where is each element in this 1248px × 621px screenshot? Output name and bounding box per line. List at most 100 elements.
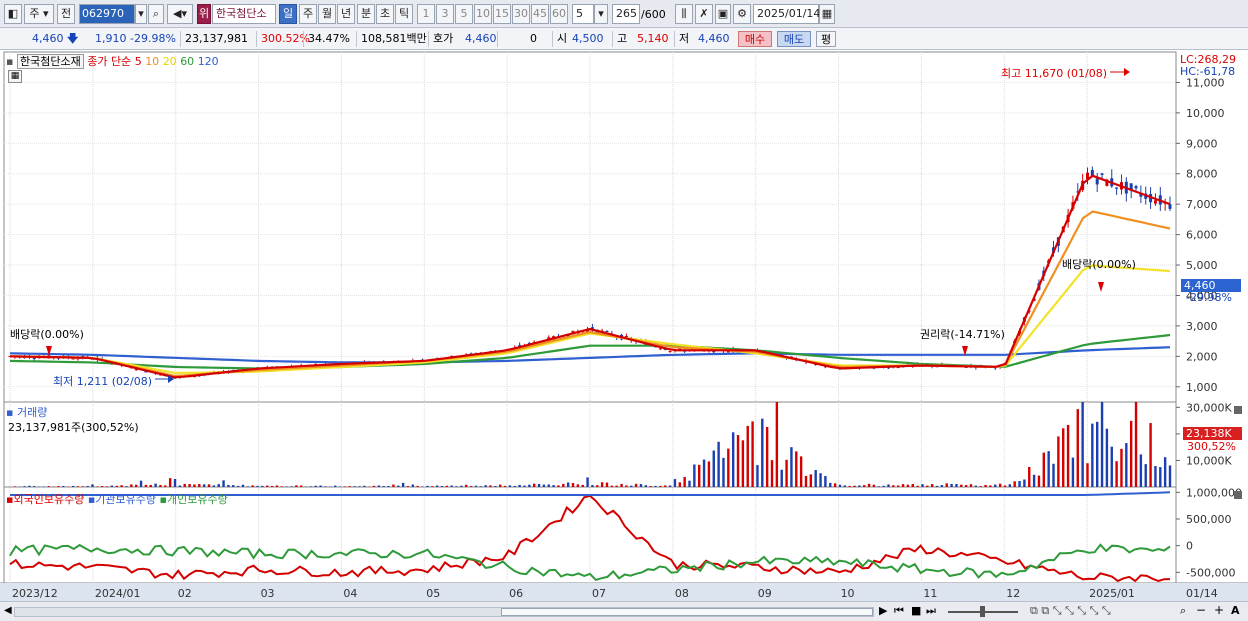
- date-input[interactable]: 2025/01/14: [753, 4, 820, 24]
- zoom-in-icon[interactable]: +: [1214, 603, 1224, 617]
- count-select[interactable]: 5: [572, 4, 594, 24]
- volume-bar: [285, 486, 288, 487]
- gear-icon[interactable]: ⚙: [733, 4, 751, 24]
- volume-bar: [1081, 402, 1084, 487]
- candle-icon[interactable]: ⫼: [675, 4, 693, 24]
- holdings-close-icon[interactable]: [1234, 491, 1242, 499]
- count-dropdown-icon[interactable]: ▾: [594, 4, 608, 24]
- scroll-left-icon[interactable]: ◀: [4, 605, 12, 616]
- bar-max-label: /600: [641, 8, 666, 21]
- multiplier-15[interactable]: 15: [493, 4, 511, 24]
- zoom-handle[interactable]: [980, 606, 985, 617]
- volume-bar: [765, 426, 769, 487]
- candle-body: [605, 330, 609, 332]
- institution-holding-label[interactable]: ▪기관보유수량: [88, 493, 156, 506]
- stock-name-label[interactable]: 한국첨단소재: [16, 54, 84, 69]
- volume-bar: [664, 485, 667, 487]
- stock-code-input[interactable]: 062970: [79, 4, 135, 24]
- individual-holding-label[interactable]: ▪개인보유수량: [160, 493, 228, 506]
- interval-month[interactable]: 월: [318, 4, 336, 24]
- ma-5-label[interactable]: 5: [135, 55, 142, 68]
- bid-price: 4,460: [465, 32, 497, 45]
- scroll-thumb[interactable]: [501, 608, 873, 616]
- tool-icons[interactable]: ⧉ ⧉ ⤡ ⤡ ⤡ ⤡ ⤡: [1030, 604, 1111, 618]
- bar-count-input[interactable]: 265: [612, 4, 640, 24]
- interval-minute[interactable]: 분: [357, 4, 375, 24]
- stock-name-field[interactable]: 한국첨단소: [212, 4, 276, 24]
- volume-bar: [1095, 421, 1099, 487]
- volume-bar: [562, 483, 565, 487]
- chart-kind-badge[interactable]: 위: [197, 4, 211, 24]
- search-icon[interactable]: ⌕: [148, 4, 164, 24]
- interval-second[interactable]: 초: [376, 4, 394, 24]
- multiplier-3[interactable]: 3: [436, 4, 454, 24]
- period-mode-select[interactable]: 주 ▾: [24, 4, 54, 24]
- interval-day[interactable]: 일: [279, 4, 297, 24]
- ma-120-label[interactable]: 120: [198, 55, 219, 68]
- first-icon[interactable]: ⏮: [894, 604, 904, 618]
- last-icon[interactable]: ⏭: [926, 604, 936, 618]
- buy-button[interactable]: 매수: [738, 31, 772, 47]
- ma-10-label[interactable]: 10: [145, 55, 159, 68]
- volume-bar: [275, 485, 279, 487]
- scroll-right-icon[interactable]: ▶: [879, 604, 887, 617]
- multiplier-45[interactable]: 45: [531, 4, 549, 24]
- calendar-icon[interactable]: ▦: [819, 4, 835, 24]
- volume-legend: ▪ 거래량: [6, 406, 48, 419]
- volume-bar: [833, 483, 837, 487]
- volume-bar: [615, 485, 618, 487]
- volume-bar: [1139, 454, 1143, 487]
- multiplier-5[interactable]: 5: [455, 4, 473, 24]
- interval-week[interactable]: 주: [299, 4, 317, 24]
- current-price: 4,460: [32, 32, 64, 45]
- volume-bar: [1105, 428, 1109, 487]
- volume-bar: [1144, 464, 1147, 487]
- volume-bar: [227, 484, 230, 487]
- volume-bar: [532, 483, 536, 487]
- volume-bar: [921, 484, 924, 487]
- sell-button[interactable]: 매도: [777, 31, 811, 47]
- calculator-icon[interactable]: ▦: [8, 70, 22, 83]
- multiplier-1[interactable]: 1: [417, 4, 435, 24]
- crosshair-icon[interactable]: ✗: [695, 4, 713, 24]
- volume-bar: [96, 486, 99, 487]
- save-icon[interactable]: ▣: [715, 4, 731, 24]
- volume-bar: [47, 486, 51, 487]
- auto-icon[interactable]: A: [1231, 604, 1240, 617]
- layout-icon[interactable]: ◧: [4, 4, 22, 24]
- volume-bar: [295, 485, 298, 487]
- bottom-scrollbar[interactable]: ◀ ▶ ⏮ ■ ⏭ ⧉ ⧉ ⤡ ⤡ ⤡ ⤡ ⤡ ⌕ − + A: [0, 601, 1248, 621]
- volume-bar: [979, 486, 982, 487]
- ma-20-label[interactable]: 20: [163, 55, 177, 68]
- volume-bar: [897, 485, 900, 487]
- volume-bar: [435, 485, 439, 487]
- price-axis-label: 1,000: [1186, 381, 1218, 394]
- foreign-holding-label[interactable]: ▪외국인보유수량: [6, 493, 84, 506]
- stop-icon[interactable]: ■: [911, 604, 921, 617]
- multiplier-60[interactable]: 60: [550, 4, 568, 24]
- volume-bar: [290, 486, 293, 487]
- ma-60-label[interactable]: 60: [180, 55, 194, 68]
- volume-bar: [416, 485, 419, 487]
- scroll-track[interactable]: [14, 607, 874, 617]
- sound-icon[interactable]: ◀▾: [167, 4, 193, 24]
- interval-year[interactable]: 년: [337, 4, 355, 24]
- volume-bar: [1008, 484, 1012, 487]
- multiplier-10[interactable]: 10: [474, 4, 492, 24]
- volume-bar: [125, 486, 128, 487]
- zoom-icon[interactable]: ⌕: [1180, 604, 1186, 618]
- volume-bar: [207, 484, 211, 487]
- multiplier-30[interactable]: 30: [512, 4, 530, 24]
- eval-button[interactable]: 평: [816, 31, 836, 47]
- price-axis-label: 8,000: [1186, 168, 1218, 181]
- chart-canvas[interactable]: 2023/12 2024/01 02 03 04 05 06 07 08 09 10 11 12 2025…: [0, 50, 1248, 601]
- volume-close-icon[interactable]: [1234, 406, 1242, 414]
- volume-bar: [382, 486, 385, 487]
- code-dropdown-icon[interactable]: ▾: [135, 4, 147, 24]
- zoom-out-icon[interactable]: −: [1196, 603, 1206, 617]
- interval-tick[interactable]: 틱: [395, 4, 413, 24]
- volume-bar: [57, 486, 60, 487]
- volume-bar: [557, 485, 560, 487]
- chart-area[interactable]: 2023/12 2024/01 02 03 04 05 06 07 08 09 10 11 12 2025…: [0, 50, 1248, 601]
- prev-button[interactable]: 전: [57, 4, 75, 24]
